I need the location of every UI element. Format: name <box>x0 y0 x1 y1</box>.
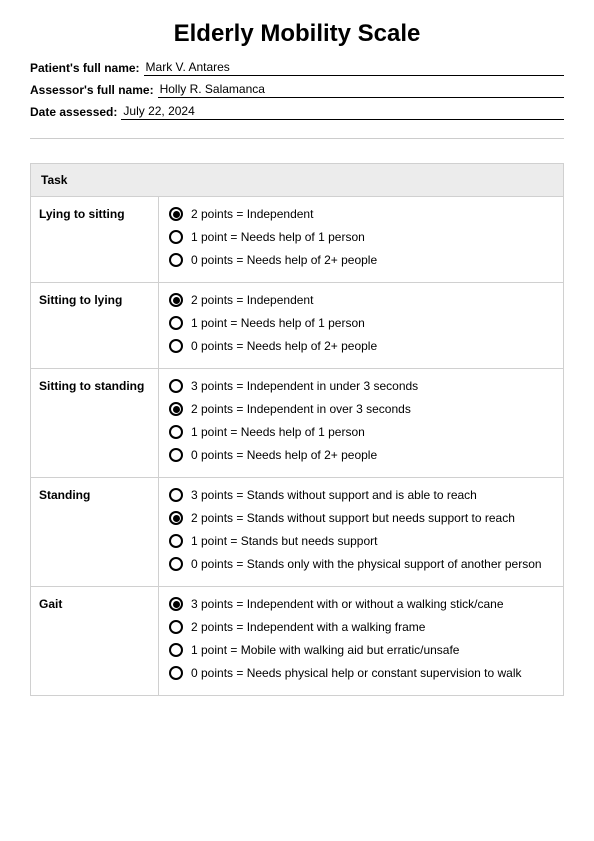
task-options: 3 points = Stands without support and is… <box>159 478 563 586</box>
task-option-label: 2 points = Stands without support but ne… <box>191 511 515 525</box>
task-option[interactable]: 2 points = Independent with a walking fr… <box>169 620 553 634</box>
task-option[interactable]: 0 points = Stands only with the physical… <box>169 557 553 571</box>
task-option[interactable]: 2 points = Independent <box>169 207 553 221</box>
radio-icon[interactable] <box>169 597 183 611</box>
task-option-label: 1 point = Needs help of 1 person <box>191 316 365 330</box>
task-header: Task <box>31 164 563 197</box>
task-option-label: 2 points = Independent <box>191 207 313 221</box>
radio-icon[interactable] <box>169 620 183 634</box>
task-option[interactable]: 0 points = Needs help of 2+ people <box>169 339 553 353</box>
task-option[interactable]: 0 points = Needs help of 2+ people <box>169 253 553 267</box>
page-title: Elderly Mobility Scale <box>30 20 564 48</box>
assessor-name-row: Assessor's full name: Holly R. Salamanca <box>30 82 564 98</box>
radio-icon[interactable] <box>169 511 183 525</box>
task-option-label: 3 points = Stands without support and is… <box>191 488 477 502</box>
task-option[interactable]: 1 point = Needs help of 1 person <box>169 230 553 244</box>
task-option[interactable]: 1 point = Needs help of 1 person <box>169 425 553 439</box>
task-option-label: 1 point = Mobile with walking aid but er… <box>191 643 459 657</box>
task-option[interactable]: 2 points = Independent in over 3 seconds <box>169 402 553 416</box>
radio-icon[interactable] <box>169 230 183 244</box>
task-option[interactable]: 1 point = Mobile with walking aid but er… <box>169 643 553 657</box>
assessor-name-label: Assessor's full name: <box>30 83 154 98</box>
task-option[interactable]: 1 point = Stands but needs support <box>169 534 553 548</box>
date-assessed-input[interactable]: July 22, 2024 <box>121 104 564 120</box>
task-option-label: 0 points = Stands only with the physical… <box>191 557 542 571</box>
task-option-label: 0 points = Needs physical help or consta… <box>191 666 522 680</box>
radio-icon[interactable] <box>169 666 183 680</box>
task-row: Sitting to standing 3 points = Independen… <box>31 369 563 478</box>
task-option-label: 2 points = Independent with a walking fr… <box>191 620 425 634</box>
task-option[interactable]: 0 points = Needs help of 2+ people <box>169 448 553 462</box>
task-name: Lying to sitting <box>31 197 159 282</box>
radio-icon[interactable] <box>169 339 183 353</box>
radio-icon[interactable] <box>169 534 183 548</box>
radio-icon[interactable] <box>169 488 183 502</box>
task-row: Lying to sitting 2 points = Independent 1 … <box>31 197 563 283</box>
task-option[interactable]: 2 points = Stands without support but ne… <box>169 511 553 525</box>
task-option-label: 1 point = Needs help of 1 person <box>191 230 365 244</box>
radio-icon[interactable] <box>169 316 183 330</box>
date-assessed-label: Date assessed: <box>30 105 117 120</box>
task-name: Sitting to lying <box>31 283 159 368</box>
task-table: Task Lying to sitting2 points = Independ… <box>30 163 564 696</box>
patient-name-row: Patient's full name: Mark V. Antares <box>30 60 564 76</box>
task-name: Standing <box>31 478 159 586</box>
task-options: 3 points = Independent with or without a… <box>159 587 563 695</box>
patient-name-input[interactable]: Mark V. Antares <box>144 60 564 76</box>
radio-icon[interactable] <box>169 448 183 462</box>
radio-icon[interactable] <box>169 293 183 307</box>
task-option-label: 1 point = Needs help of 1 person <box>191 425 365 439</box>
task-options: 2 points = Independent 1 point = Needs he… <box>159 197 563 282</box>
task-option[interactable]: 3 points = Stands without support and is… <box>169 488 553 502</box>
task-options: 3 points = Independent in under 3 second… <box>159 369 563 477</box>
task-option-label: 0 points = Needs help of 2+ people <box>191 339 377 353</box>
task-row: Gait 3 points = Independent with or witho… <box>31 587 563 695</box>
radio-icon[interactable] <box>169 379 183 393</box>
task-name: Gait <box>31 587 159 695</box>
task-row: Standing 3 points = Stands without suppor… <box>31 478 563 587</box>
radio-icon[interactable] <box>169 253 183 267</box>
task-option-label: 2 points = Independent <box>191 293 313 307</box>
radio-icon[interactable] <box>169 207 183 221</box>
assessor-name-input[interactable]: Holly R. Salamanca <box>158 82 564 98</box>
patient-name-label: Patient's full name: <box>30 61 140 76</box>
radio-icon[interactable] <box>169 425 183 439</box>
task-option[interactable]: 3 points = Independent with or without a… <box>169 597 553 611</box>
section-divider <box>30 138 564 139</box>
radio-icon[interactable] <box>169 557 183 571</box>
task-option[interactable]: 2 points = Independent <box>169 293 553 307</box>
task-option-label: 3 points = Independent in under 3 second… <box>191 379 418 393</box>
task-option[interactable]: 3 points = Independent in under 3 second… <box>169 379 553 393</box>
task-options: 2 points = Independent 1 point = Needs he… <box>159 283 563 368</box>
task-option-label: 2 points = Independent in over 3 seconds <box>191 402 411 416</box>
radio-icon[interactable] <box>169 402 183 416</box>
task-option-label: 0 points = Needs help of 2+ people <box>191 448 377 462</box>
task-name: Sitting to standing <box>31 369 159 477</box>
task-option[interactable]: 0 points = Needs physical help or consta… <box>169 666 553 680</box>
task-option-label: 0 points = Needs help of 2+ people <box>191 253 377 267</box>
radio-icon[interactable] <box>169 643 183 657</box>
task-option-label: 1 point = Stands but needs support <box>191 534 377 548</box>
task-option-label: 3 points = Independent with or without a… <box>191 597 504 611</box>
task-option[interactable]: 1 point = Needs help of 1 person <box>169 316 553 330</box>
task-row: Sitting to lying 2 points = Independent 1 … <box>31 283 563 369</box>
date-assessed-row: Date assessed: July 22, 2024 <box>30 104 564 120</box>
